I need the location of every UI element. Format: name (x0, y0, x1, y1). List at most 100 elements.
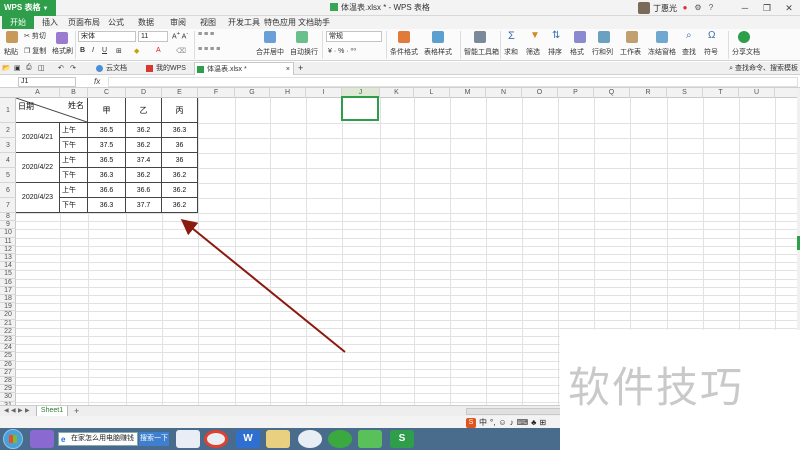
table-style-icon[interactable] (432, 31, 444, 43)
settings-icon[interactable]: ⚙ (693, 3, 703, 13)
function-icon[interactable]: fx (94, 76, 100, 88)
bold-button[interactable]: B (80, 47, 85, 54)
row-header[interactable]: 1 (0, 98, 16, 123)
rows-cols-icon[interactable] (598, 31, 610, 43)
column-header[interactable]: U (739, 88, 775, 98)
share-icon[interactable] (738, 31, 750, 43)
column-header[interactable]: T (703, 88, 739, 98)
header-cell[interactable]: 甲 (88, 98, 126, 123)
paste-icon[interactable] (6, 31, 18, 43)
row-header[interactable]: 8 (0, 213, 16, 222)
smart-toolbox-button[interactable]: 智能工具箱 (464, 47, 499, 57)
tab-document[interactable]: 体温表.xlsx * × (194, 62, 294, 75)
column-header[interactable]: B (60, 88, 88, 98)
toolbox-icon[interactable] (474, 31, 486, 43)
emoji-icon[interactable]: ☺ (498, 418, 506, 427)
tab-formulas[interactable]: 公式 (108, 16, 124, 29)
temperature-cell[interactable]: 36.2 (126, 168, 162, 183)
row-header[interactable]: 26 (0, 361, 16, 369)
date-cell[interactable]: 2020/4/22 (16, 153, 60, 183)
row-header[interactable]: 23 (0, 336, 16, 345)
italic-button[interactable]: I (92, 47, 94, 54)
print-preview-icon[interactable]: ◫ (38, 64, 45, 72)
save-icon[interactable]: ▣ (14, 64, 21, 72)
tab-review[interactable]: 审阅 (170, 16, 186, 29)
column-header[interactable]: A (16, 88, 60, 98)
temperature-cell[interactable]: 36.2 (162, 168, 198, 183)
row-header[interactable]: 15 (0, 270, 16, 279)
border-icon[interactable]: ⊞ (116, 47, 122, 55)
print-icon[interactable]: ⎙ (26, 64, 32, 72)
date-cell[interactable]: 2020/4/23 (16, 183, 60, 213)
column-header[interactable]: C (88, 88, 126, 98)
temperature-cell[interactable]: 36.5 (88, 153, 126, 168)
temperature-cell[interactable]: 36 (162, 153, 198, 168)
shirt-icon[interactable]: ♣ (531, 418, 536, 427)
fill-color-icon[interactable]: ◆ (134, 47, 139, 55)
temperature-cell[interactable]: 37.7 (126, 198, 162, 213)
tab-doc-assistant[interactable]: 文档助手 (298, 16, 330, 29)
close-icon[interactable]: × (286, 63, 290, 76)
avatar[interactable] (638, 2, 650, 14)
tab-special-apps[interactable]: 特色应用 (264, 16, 296, 29)
column-header[interactable]: E (162, 88, 198, 98)
freeze-icon[interactable] (656, 31, 668, 43)
block-icon[interactable] (298, 430, 322, 448)
temperature-cell[interactable]: 36.2 (162, 183, 198, 198)
formula-input[interactable] (108, 77, 798, 87)
format-painter-icon[interactable] (56, 32, 68, 44)
worksheet-button[interactable]: 工作表 (620, 47, 641, 57)
font-color-icon[interactable]: A (156, 47, 161, 54)
keyboard-icon[interactable]: ⌨ (517, 418, 529, 427)
row-header[interactable]: 16 (0, 279, 16, 287)
temperature-cell[interactable]: 36.5 (88, 123, 126, 138)
folder-icon[interactable] (266, 430, 290, 448)
column-header[interactable]: I (306, 88, 342, 98)
browser-search-box[interactable]: e 在家怎么用电脑赚钱 (58, 432, 138, 446)
column-header[interactable]: P (558, 88, 594, 98)
temperature-cell[interactable]: 36 (162, 138, 198, 153)
align-top-icon[interactable]: ≡ ≡ ≡ (198, 31, 214, 38)
row-header[interactable]: 10 (0, 229, 16, 238)
start-button[interactable] (3, 429, 23, 449)
row-header[interactable]: 6 (0, 183, 16, 198)
row-header[interactable]: 25 (0, 352, 16, 361)
minimize-icon[interactable]: ─ (734, 0, 756, 16)
temperature-cell[interactable]: 37.5 (88, 138, 126, 153)
column-header[interactable]: O (522, 88, 558, 98)
ie-green-icon[interactable] (328, 430, 352, 448)
row-header[interactable]: 20 (0, 311, 16, 320)
font-size-select[interactable]: 11 (138, 31, 168, 42)
row-header[interactable]: 4 (0, 153, 16, 168)
selected-cell[interactable] (341, 96, 379, 121)
number-format-select[interactable]: 常规 (326, 31, 382, 42)
tab-my-wps[interactable]: 我的WPS (144, 62, 186, 75)
merge-center-button[interactable]: 合并居中 (256, 47, 284, 57)
currency-icon[interactable]: ¥ · % · ⁰⁰ (328, 47, 356, 55)
row-header[interactable]: 3 (0, 138, 16, 153)
period-cell[interactable]: 下午 (60, 168, 88, 183)
find-button[interactable]: 查找 (682, 47, 696, 57)
row-header[interactable]: 11 (0, 238, 16, 246)
period-cell[interactable]: 下午 (60, 198, 88, 213)
row-header[interactable]: 19 (0, 303, 16, 312)
symbol-button[interactable]: 符号 (704, 47, 718, 57)
conditional-format-button[interactable]: 条件格式 (390, 47, 418, 57)
column-header[interactable]: H (270, 88, 306, 98)
period-cell[interactable]: 上午 (60, 183, 88, 198)
row-header[interactable]: 28 (0, 377, 16, 386)
media-player-icon[interactable] (30, 430, 54, 448)
column-header[interactable]: L (414, 88, 450, 98)
row-header[interactable]: 14 (0, 262, 16, 271)
tab-cloud-docs[interactable]: 云文档 (94, 62, 127, 75)
temperature-cell[interactable]: 36.3 (88, 198, 126, 213)
open-icon[interactable]: 📂 (2, 64, 11, 72)
header-corner-cell[interactable]: 姓名 日期 (16, 98, 88, 123)
row-header[interactable]: 29 (0, 385, 16, 394)
omega-icon[interactable]: Ω (708, 30, 715, 41)
table-style-button[interactable]: 表格样式 (424, 47, 452, 57)
filter-icon[interactable]: ▼ (530, 30, 540, 41)
cut-button[interactable]: ✂ 剪切 (24, 31, 46, 41)
row-header[interactable]: 12 (0, 246, 16, 254)
command-search[interactable]: ⌕ 查找命令、搜索模板 (729, 62, 798, 75)
